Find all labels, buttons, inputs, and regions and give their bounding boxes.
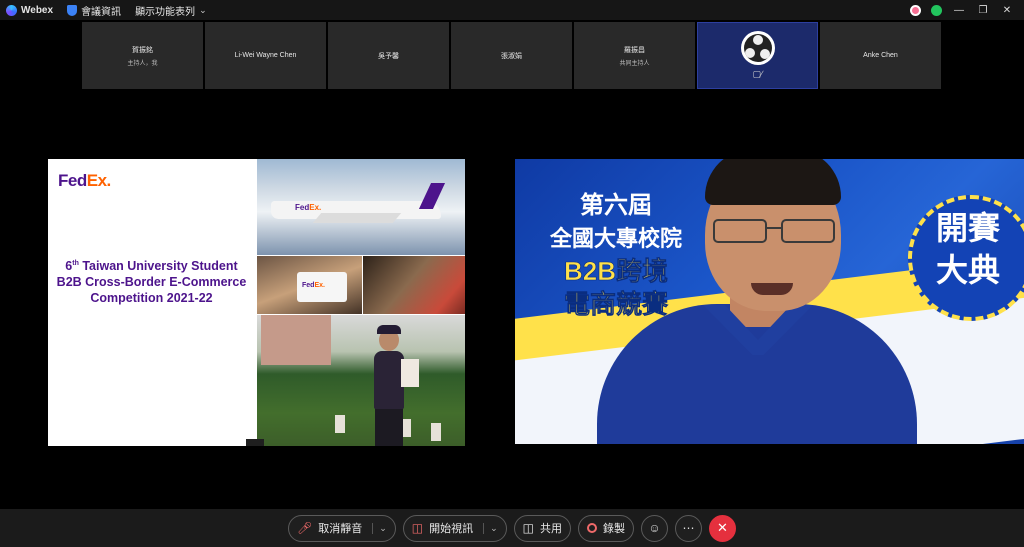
banner-line1: 第六屆 (580, 192, 652, 219)
video-off-icon: ◫ (411, 521, 424, 535)
chevron-down-icon[interactable]: ⌄ (372, 522, 387, 534)
banner-line3: B2B跨境 (563, 256, 669, 287)
camera-off-icon: ▢∕ (752, 69, 763, 79)
event-banner-text: 第六屆 全國大專校院 B2B跨境 電商競賽 (531, 189, 701, 321)
participant-tile[interactable]: 張淑娟 (451, 22, 572, 89)
meeting-info-button[interactable]: 會議資訊 (67, 3, 121, 18)
start-video-button[interactable]: ◫ 開始視訊 ⌄ (402, 514, 507, 542)
plane-logo-fed: Fed (295, 203, 310, 212)
participant-name: 吳予馨 (378, 52, 399, 60)
unmute-button[interactable]: 🎤︎ 取消靜音 ⌄ (287, 514, 396, 542)
chevron-down-icon[interactable]: ⌄ (483, 522, 498, 534)
courier-garden-photo (257, 315, 465, 446)
participant-role: 共同主持人 (619, 60, 650, 67)
meeting-info-label: 會議資訊 (81, 6, 122, 18)
chevron-down-icon: ⌄ (199, 4, 207, 15)
webex-icon (6, 4, 17, 16)
participant-role: 主持人，我 (127, 60, 158, 67)
banner-line2: 全國大專校院 (549, 226, 682, 251)
opening-badge-text: 開賽 大典 (908, 207, 1024, 291)
show-menu-bar-button[interactable]: 顯示功能表列 ⌄ (135, 3, 207, 18)
presenter-glasses (713, 219, 839, 243)
share-label: 共用 (540, 523, 562, 535)
minimize-button[interactable]: — (952, 5, 966, 16)
courier-photo (363, 256, 465, 314)
participant-tile[interactable]: Anke Chen (820, 22, 941, 89)
participant-strip: 賀振銘 主持人，我 Li-Wei Wayne Chen 吳予馨 張淑娟 羅振昌 … (82, 22, 941, 89)
reactions-button[interactable]: ☺ (641, 514, 668, 542)
unmute-label: 取消靜音 (318, 523, 363, 535)
share-button[interactable]: ◫ 共用 (513, 514, 571, 542)
app-name: Webex (21, 4, 54, 16)
record-icon (587, 523, 597, 533)
fedex-logo-ex: Ex. (86, 171, 112, 190)
obs-avatar-icon (740, 31, 775, 65)
slide-title-line1: Taiwan University Student (78, 259, 238, 274)
show-menu-bar-label: 顯示功能表列 (135, 6, 196, 18)
presenter-video[interactable]: 第六屆 全國大專校院 B2B跨境 電商競賽 開賽 大典 (515, 159, 1024, 444)
slide-title-line2: B2B Cross-Border E-Commerce (56, 275, 247, 290)
participant-name: 張淑娟 (501, 52, 522, 60)
participant-name: 羅振昌 (624, 46, 645, 54)
close-window-button[interactable]: ✕ (1000, 5, 1014, 16)
more-icon: ⋯ (682, 521, 695, 535)
slide-title-line3: Competition 2021-22 (90, 291, 213, 306)
participant-tile[interactable]: 吳予馨 (328, 22, 449, 89)
fedex-logo-fed: Fed (58, 171, 87, 190)
record-button[interactable]: 錄製 (578, 514, 634, 542)
microphone-muted-icon: 🎤︎ (296, 521, 313, 535)
meeting-controls: 🎤︎ 取消靜音 ⌄ ◫ 開始視訊 ⌄ ◫ 共用 錄製 ☺ ⋯ ✕ (0, 509, 1024, 547)
van-logo-fed: Fed (302, 282, 315, 289)
van-logo-ex: Ex. (314, 282, 325, 289)
plane-logo-ex: Ex. (309, 203, 322, 212)
participant-tile[interactable]: Li-Wei Wayne Chen (205, 22, 326, 89)
network-health-icon[interactable] (931, 4, 942, 16)
recording-indicator-icon[interactable] (910, 4, 921, 16)
participant-tile[interactable]: 羅振昌 共同主持人 (574, 22, 695, 89)
badge-line1: 開賽 (935, 210, 1000, 246)
slide-title-sup: th (72, 260, 79, 267)
slide-title: 6th Taiwan University Student B2B Cross-… (48, 256, 255, 306)
delivery-van-photo: FedEx. (257, 256, 362, 314)
shared-slide: FedEx. 6th Taiwan University Student B2B… (48, 159, 465, 446)
more-options-button[interactable]: ⋯ (675, 514, 702, 542)
leave-meeting-button[interactable]: ✕ (709, 514, 736, 542)
plane-logo: FedEx. (295, 203, 321, 212)
reactions-icon: ☺ (648, 521, 661, 535)
airplane-photo: FedEx. (257, 159, 465, 255)
participant-name: Anke Chen (863, 52, 898, 59)
participant-name: Li-Wei Wayne Chen (234, 52, 297, 59)
record-label: 錄製 (603, 523, 625, 535)
webex-logo: Webex (6, 4, 54, 16)
van-logo: FedEx. (302, 282, 325, 289)
badge-line2: 大典 (935, 252, 1000, 288)
participant-tile-obs[interactable]: ▢∕ (697, 22, 818, 89)
start-video-label: 開始視訊 (429, 523, 474, 535)
fedex-logo: FedEx. (58, 171, 111, 191)
participant-name: 賀振銘 (132, 46, 153, 54)
shield-icon (67, 4, 78, 16)
share-screen-icon: ◫ (522, 521, 534, 535)
restore-button[interactable]: ❐ (976, 5, 990, 16)
title-bar: Webex 會議資訊 顯示功能表列 ⌄ — ❐ ✕ (0, 0, 1024, 20)
slide-corner-overlay (246, 439, 264, 446)
close-icon: ✕ (717, 520, 728, 535)
participant-tile[interactable]: 賀振銘 主持人，我 (82, 22, 203, 89)
